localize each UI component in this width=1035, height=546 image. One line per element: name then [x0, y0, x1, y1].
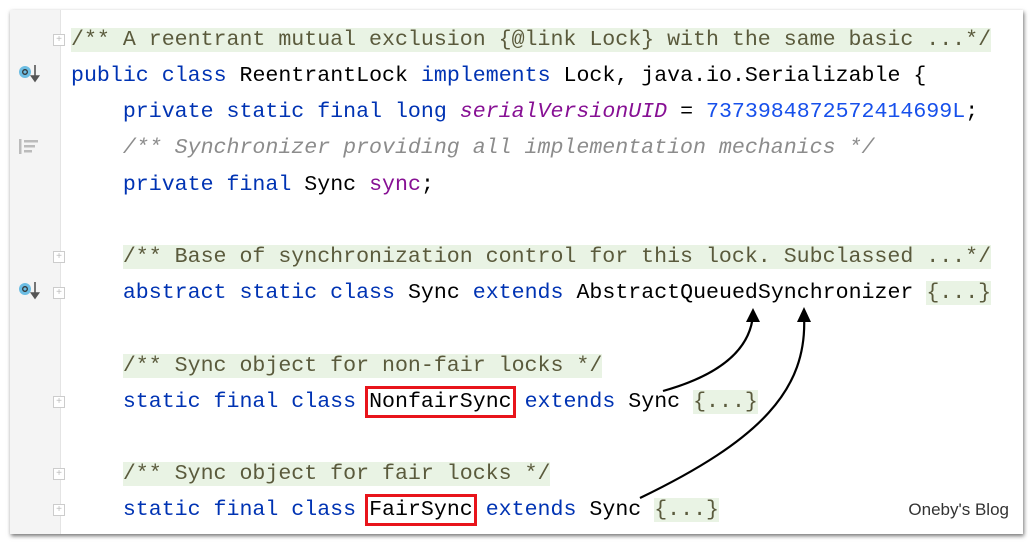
arrowhead	[797, 307, 811, 322]
annotation-arrows	[639, 307, 811, 499]
arrow-nonfair-to-aqs	[662, 314, 755, 393]
arrowhead	[746, 308, 760, 322]
arrow-fair-to-aqs	[639, 314, 806, 499]
